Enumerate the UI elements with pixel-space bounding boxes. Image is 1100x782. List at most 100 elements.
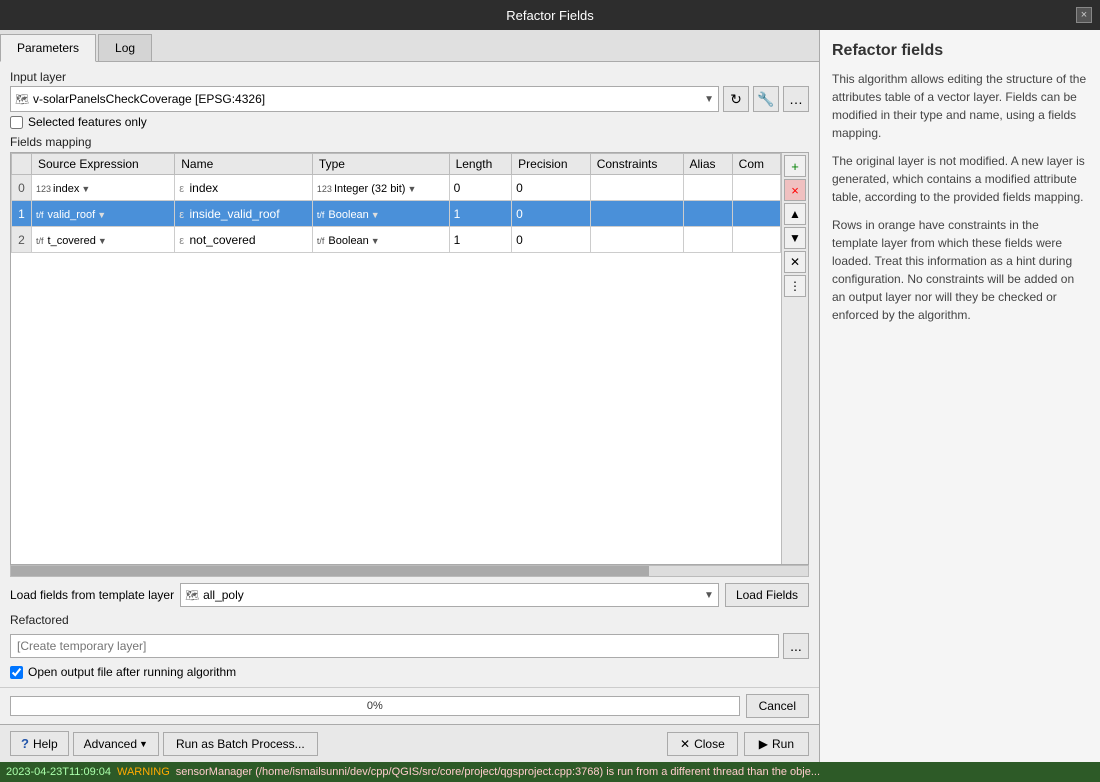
refresh-icon[interactable]: ↻	[723, 86, 749, 112]
help-button[interactable]: ? Help	[10, 731, 69, 756]
bottom-bar: ? Help Advanced ▼ Run as Batch Process..…	[0, 724, 819, 762]
progress-area: 0% Cancel	[0, 687, 819, 724]
selected-features-checkbox[interactable]	[10, 116, 23, 129]
source-dropdown-0[interactable]: ▼	[81, 184, 90, 194]
row-name-2[interactable]: ε not_covered	[175, 227, 313, 253]
source-dropdown-2[interactable]: ▼	[98, 236, 107, 246]
row-type-0[interactable]: 123 Integer (32 bit) ▼	[312, 175, 449, 201]
row-name-0[interactable]: ε index	[175, 175, 313, 201]
col-alias: Alias	[683, 154, 732, 175]
advanced-button[interactable]: Advanced ▼	[73, 732, 159, 756]
row-alias-0	[683, 175, 732, 201]
row-length-2[interactable]: 1	[449, 227, 512, 253]
tabs-bar: Parameters Log	[0, 30, 819, 62]
browse-layer-icon[interactable]: …	[783, 86, 809, 112]
selected-features-label: Selected features only	[28, 115, 147, 129]
col-precision: Precision	[512, 154, 591, 175]
load-fields-button[interactable]: Load Fields	[725, 583, 809, 607]
refactored-browse-button[interactable]: ...	[783, 633, 809, 659]
refactored-input-row: ...	[10, 633, 809, 659]
status-message: sensorManager (/home/ismailsunni/dev/cpp…	[176, 766, 820, 778]
close-dialog-button[interactable]: ✕ Close	[667, 732, 738, 756]
refactored-label: Refactored	[10, 613, 809, 627]
dialog-title: Refactor Fields	[506, 8, 593, 23]
status-timestamp: 2023-04-23T11:09:04	[6, 766, 111, 778]
cancel-button[interactable]: Cancel	[746, 694, 809, 718]
row-length-0[interactable]: 0	[449, 175, 512, 201]
template-layer-select[interactable]: 🗺 all_poly ▼	[180, 583, 719, 607]
chevron-down-icon: ▼	[704, 94, 714, 105]
tab-log[interactable]: Log	[98, 34, 152, 61]
col-constraints: Constraints	[590, 154, 683, 175]
table-row: 2 t/f t_covered ▼	[12, 227, 781, 253]
col-length: Length	[449, 154, 512, 175]
add-row-button[interactable]: +	[784, 155, 806, 177]
settings-icon[interactable]: 🔧	[753, 86, 779, 112]
fields-mapping-label: Fields mapping	[10, 135, 809, 149]
row-precision-0[interactable]: 0	[512, 175, 591, 201]
template-layer-row: Load fields from template layer 🗺 all_po…	[10, 583, 809, 607]
selected-features-row: Selected features only	[10, 115, 809, 129]
table-row: 1 t/f valid_roof ▼	[12, 201, 781, 227]
bottom-left: ? Help Advanced ▼ Run as Batch Process..…	[10, 731, 318, 756]
fields-mapping-section: Fields mapping Source Expression Name Ty…	[10, 135, 809, 577]
refactored-input[interactable]	[10, 634, 779, 658]
row-comment-2	[732, 227, 780, 253]
tab-parameters[interactable]: Parameters	[0, 34, 96, 62]
run-batch-button[interactable]: Run as Batch Process...	[163, 732, 318, 756]
row-length-1[interactable]: 1	[449, 201, 512, 227]
epsilon-icon-0: ε	[179, 183, 184, 195]
row-idx-1: 1	[12, 201, 32, 227]
row-constraints-1	[590, 201, 683, 227]
row-comment-0	[732, 175, 780, 201]
source-value-1: valid_roof	[48, 209, 96, 221]
table-side-buttons: + × ▲ ▼ ✕ ⋮	[781, 153, 808, 564]
input-layer-row: 🗺 v-solarPanelsCheckCoverage [EPSG:4326]…	[10, 86, 809, 112]
row-constraints-2	[590, 227, 683, 253]
row-alias-2	[683, 227, 732, 253]
row-type-1[interactable]: t/f Boolean ▼	[312, 201, 449, 227]
row-type-2[interactable]: t/f Boolean ▼	[312, 227, 449, 253]
row-name-1[interactable]: ε inside_valid_roof	[175, 201, 313, 227]
help-paragraph-0: This algorithm allows editing the struct…	[832, 70, 1088, 142]
close-x-icon: ✕	[680, 737, 690, 751]
row-source-2[interactable]: t/f t_covered ▼	[32, 227, 175, 253]
epsilon-icon-2: ε	[179, 235, 184, 247]
fields-table-wrapper: Source Expression Name Type Length Preci…	[11, 153, 781, 564]
move-down-button[interactable]: ▼	[784, 227, 806, 249]
table-row: 0 123 index ▼	[12, 175, 781, 201]
move-up-button[interactable]: ▲	[784, 203, 806, 225]
type-dropdown-2[interactable]: ▼	[371, 236, 380, 246]
status-level: WARNING	[117, 766, 170, 778]
row-source-1[interactable]: t/f valid_roof ▼	[32, 201, 175, 227]
row-precision-1[interactable]: 0	[512, 201, 591, 227]
name-value-0: index	[189, 181, 218, 195]
type-value-2: Boolean	[328, 235, 368, 247]
input-layer-select[interactable]: 🗺 v-solarPanelsCheckCoverage [EPSG:4326]…	[10, 86, 719, 112]
col-name: Name	[175, 154, 313, 175]
source-value-2: t_covered	[48, 235, 96, 247]
help-paragraph-2: Rows in orange have constraints in the t…	[832, 216, 1088, 324]
extra-button[interactable]: ⋮	[784, 275, 806, 297]
open-output-checkbox[interactable]	[10, 666, 23, 679]
title-bar: Refactor Fields ×	[0, 0, 1100, 30]
col-idx	[12, 154, 32, 175]
clear-button[interactable]: ✕	[784, 251, 806, 273]
input-layer-value: v-solarPanelsCheckCoverage [EPSG:4326]	[33, 92, 700, 106]
template-layer-label: Load fields from template layer	[10, 588, 174, 602]
type-dropdown-1[interactable]: ▼	[371, 210, 380, 220]
close-icon[interactable]: ×	[1076, 7, 1092, 23]
row-source-0[interactable]: 123 index ▼	[32, 175, 175, 201]
dialog-body: Parameters Log Input layer 🗺 v-solarPane…	[0, 30, 1100, 762]
type-dropdown-0[interactable]: ▼	[407, 184, 416, 194]
scrollbar-thumb	[11, 566, 649, 576]
delete-row-button[interactable]: ×	[784, 179, 806, 201]
row-precision-2[interactable]: 0	[512, 227, 591, 253]
source-dropdown-1[interactable]: ▼	[97, 210, 106, 220]
horizontal-scrollbar[interactable]	[10, 565, 809, 577]
run-button[interactable]: ▶ Run	[744, 732, 809, 756]
status-bar: 2023-04-23T11:09:04 WARNING sensorManage…	[0, 762, 1100, 782]
type-value-0: Integer (32 bit)	[334, 183, 406, 195]
col-source: Source Expression	[32, 154, 175, 175]
row-idx-2: 2	[12, 227, 32, 253]
